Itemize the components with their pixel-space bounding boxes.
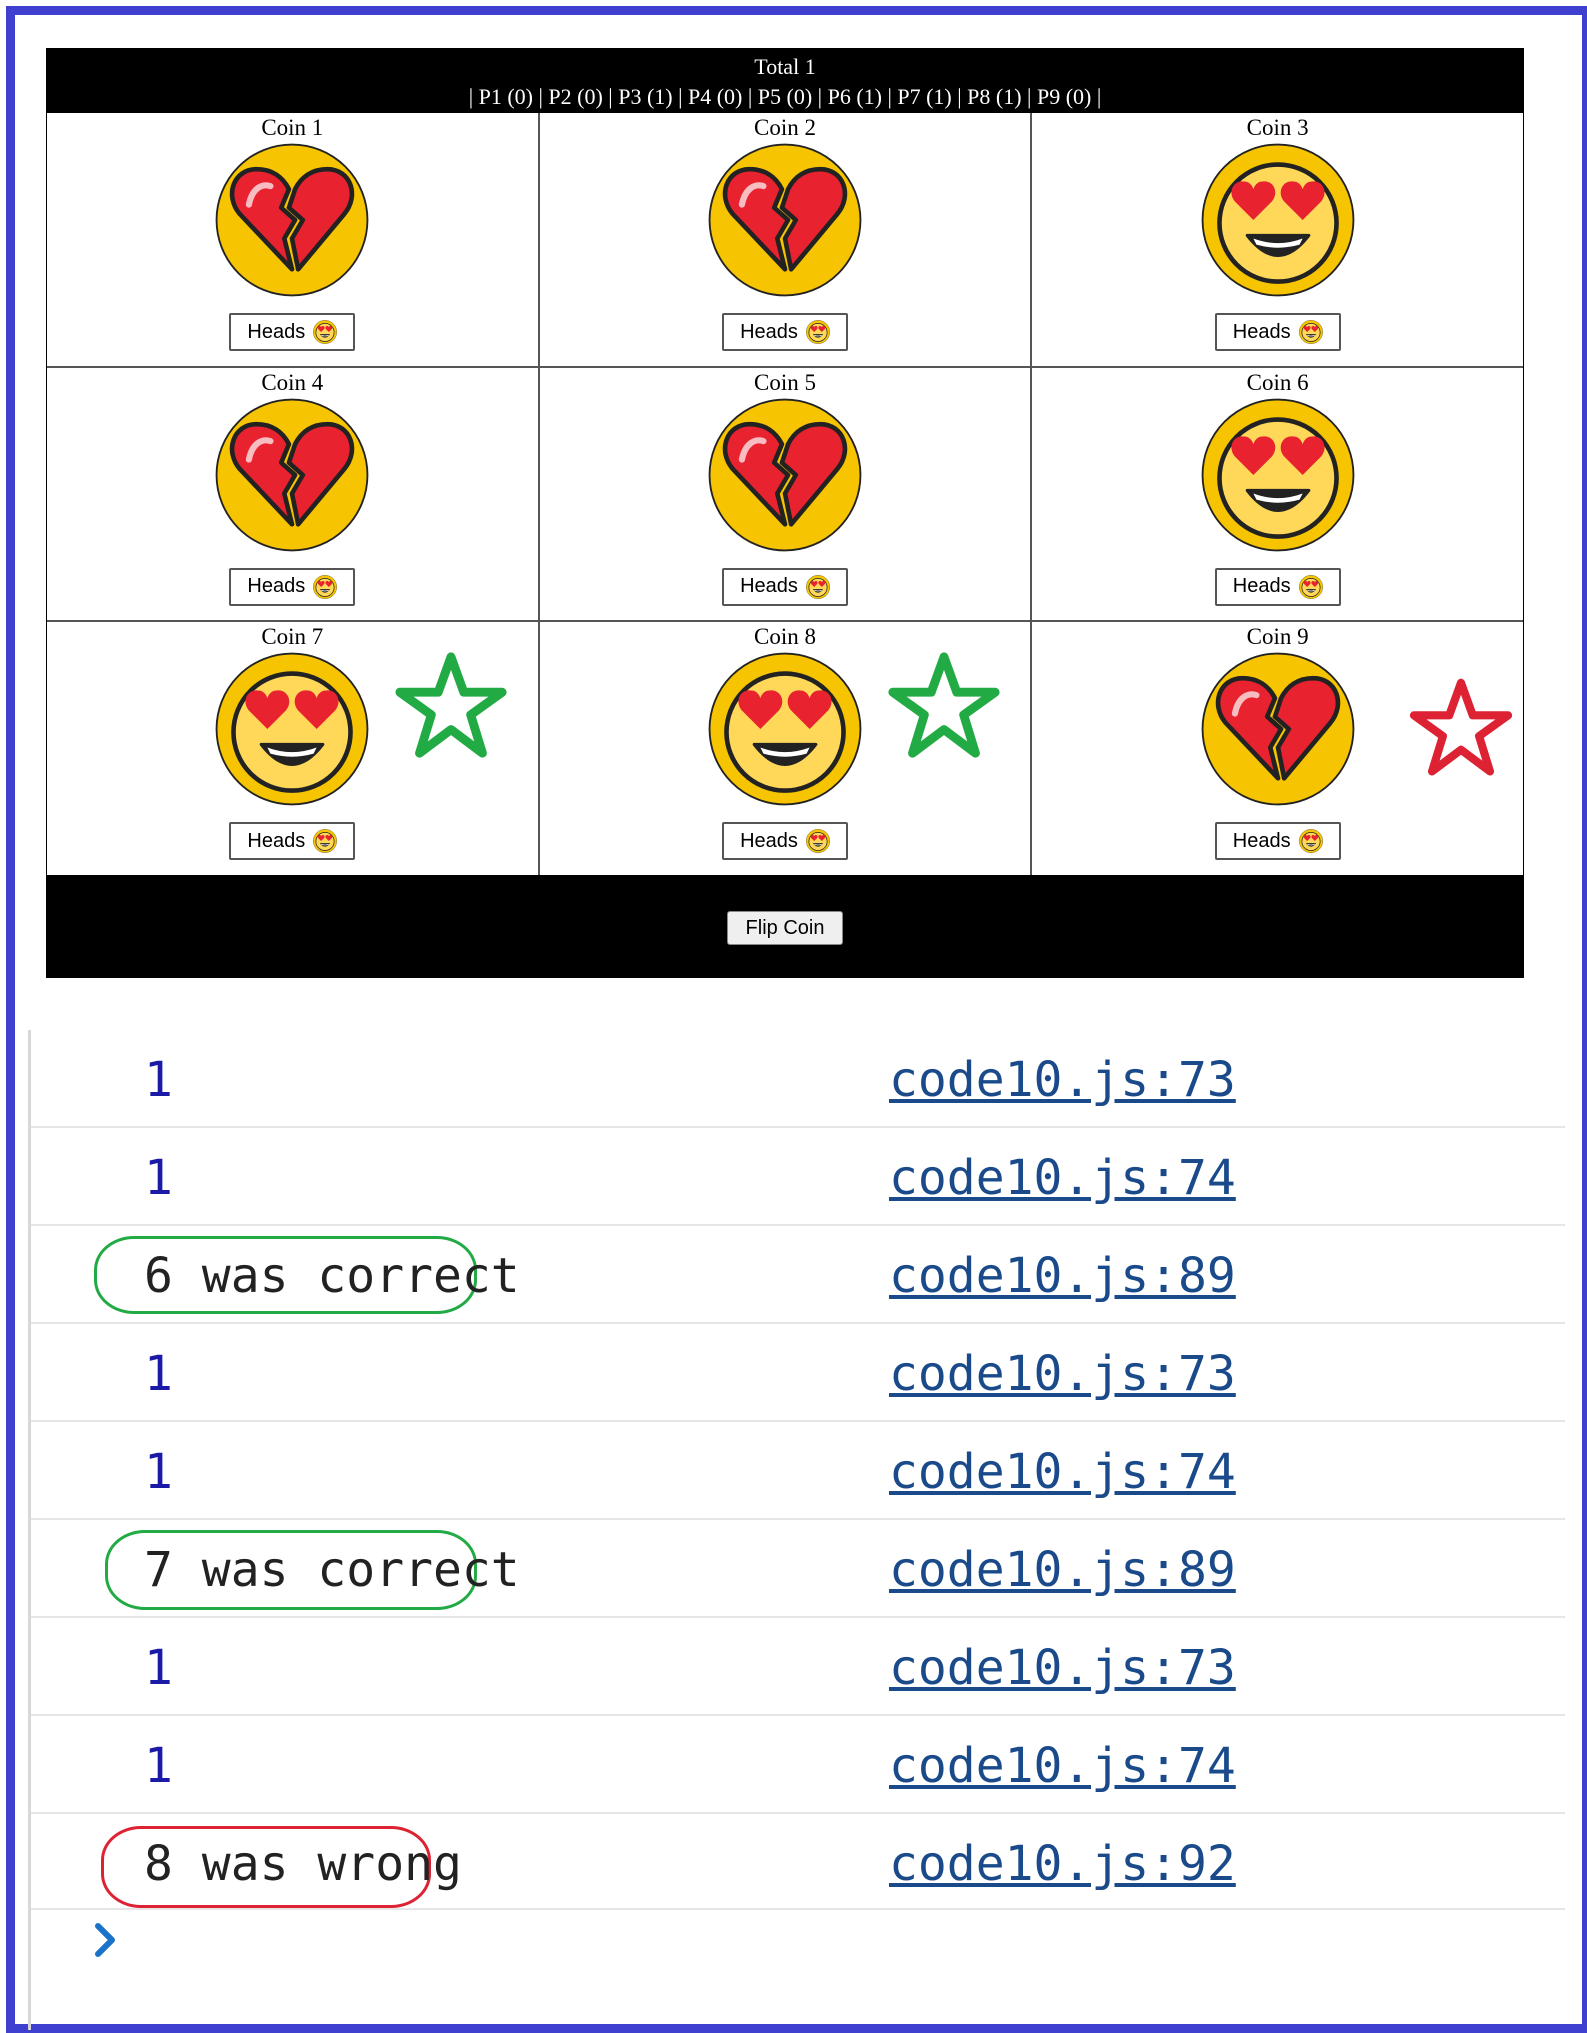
heart-eyes-icon <box>1298 320 1323 344</box>
coin-label: Coin 6 <box>1246 369 1309 395</box>
source-link[interactable]: code10.js:74 <box>889 1444 1236 1500</box>
source-link[interactable]: code10.js:92 <box>889 1836 1236 1892</box>
coin-cell: Coin 1 Heads <box>47 113 538 366</box>
heads-button[interactable]: Heads <box>229 822 356 861</box>
console-row: 8 was wrong code10.js:92 <box>31 1814 1565 1910</box>
heads-button-label: Heads <box>1232 575 1291 598</box>
heads-button[interactable]: Heads <box>721 313 848 351</box>
source-link[interactable]: code10.js:89 <box>889 1248 1236 1304</box>
heads-button-label: Heads <box>247 829 306 852</box>
console-message: 1 <box>144 1346 173 1402</box>
coin-label: Coin 1 <box>261 115 324 140</box>
heads-button[interactable]: Heads <box>229 567 356 606</box>
heart-eyes-coin-icon <box>1201 143 1355 297</box>
heart-eyes-icon <box>805 574 830 599</box>
total-score: Total 1 <box>754 54 816 79</box>
console-message: 1 <box>144 1052 173 1108</box>
heart-eyes-icon <box>313 574 338 599</box>
coin-cell: Coin 6 Heads <box>1032 367 1523 621</box>
console-row: 1 code10.js:73 <box>31 1324 1565 1422</box>
coin-cell: Coin 9 Heads <box>1032 622 1523 875</box>
coin-grid: Coin 1 Heads Coin 2 Heads Coin 3 Heads C… <box>47 113 1523 875</box>
console-message: 1 <box>144 1738 173 1794</box>
heart-eyes-icon <box>805 320 830 344</box>
game-footer: Flip Coin <box>47 875 1523 977</box>
green-star-icon <box>885 650 1003 762</box>
heads-button[interactable]: Heads <box>229 313 356 351</box>
source-link[interactable]: code10.js:73 <box>889 1346 1236 1402</box>
console-row: 1 code10.js:73 <box>31 1030 1565 1128</box>
coin-cell: Coin 8 Heads <box>539 622 1031 875</box>
heads-button-label: Heads <box>247 575 306 598</box>
broken-heart-coin-icon <box>215 398 369 552</box>
coin-cell: Coin 7 Heads <box>47 622 538 875</box>
heads-button-label: Heads <box>740 829 798 852</box>
console-row: 1 code10.js:73 <box>31 1618 1565 1716</box>
red-star-icon <box>1407 677 1516 780</box>
heart-eyes-icon <box>313 320 338 344</box>
coin-label: Coin 4 <box>261 369 324 395</box>
console-row: 1 code10.js:74 <box>31 1128 1565 1226</box>
player-scores: | P1 (0) | P2 (0) | P3 (1) | P4 (0) | P5… <box>468 84 1102 109</box>
source-link[interactable]: code10.js:74 <box>889 1150 1236 1206</box>
coin-label: Coin 7 <box>261 624 324 650</box>
chevron-right-icon[interactable] <box>90 1920 120 1960</box>
heads-button-label: Heads <box>1232 829 1291 852</box>
coin-cell: Coin 2 Heads <box>539 113 1031 366</box>
heart-eyes-icon <box>1298 574 1323 599</box>
heart-eyes-icon <box>805 829 830 854</box>
coin-cell: Coin 3 Heads <box>1032 113 1523 366</box>
console-message: 1 <box>144 1444 173 1500</box>
broken-heart-coin-icon <box>708 398 862 552</box>
console-message: 6 was correct <box>144 1248 520 1304</box>
coin-label: Coin 3 <box>1246 115 1309 140</box>
coin-label: Coin 8 <box>754 624 816 650</box>
heads-button[interactable]: Heads <box>1214 313 1341 351</box>
coin-game: Total 1 | P1 (0) | P2 (0) | P3 (1) | P4 … <box>46 48 1524 978</box>
heads-button-label: Heads <box>740 575 798 598</box>
coin-label: Coin 2 <box>754 115 816 140</box>
console-message: 1 <box>144 1640 173 1696</box>
green-star-icon <box>392 650 510 762</box>
console-row: 7 was correct code10.js:89 <box>31 1520 1565 1618</box>
coin-label: Coin 5 <box>754 369 816 395</box>
console-message: 7 was correct <box>144 1542 520 1598</box>
broken-heart-coin-icon <box>215 143 369 297</box>
devtools-console: 1 code10.js:73 1 code10.js:74 6 was correct c… <box>31 1030 1565 1910</box>
heart-eyes-icon <box>313 829 338 854</box>
score-header: Total 1 | P1 (0) | P2 (0) | P3 (1) | P4 … <box>47 49 1523 113</box>
flip-coin-button[interactable]: Flip Coin <box>727 911 843 945</box>
heads-button-label: Heads <box>1232 320 1291 343</box>
coin-cell: Coin 4 Heads <box>47 367 538 621</box>
coin-cell: Coin 5 Heads <box>539 367 1031 621</box>
heart-eyes-coin-icon <box>708 652 862 806</box>
heart-eyes-coin-icon <box>1201 398 1355 552</box>
console-message: 1 <box>144 1150 173 1206</box>
source-link[interactable]: code10.js:73 <box>889 1640 1236 1696</box>
console-row: 1 code10.js:74 <box>31 1716 1565 1814</box>
source-link[interactable]: code10.js:89 <box>889 1542 1236 1598</box>
source-link[interactable]: code10.js:73 <box>889 1052 1236 1108</box>
broken-heart-coin-icon <box>1201 652 1355 806</box>
heart-eyes-icon <box>1298 829 1323 854</box>
console-row: 1 code10.js:74 <box>31 1422 1565 1520</box>
coin-label: Coin 9 <box>1246 624 1309 650</box>
broken-heart-coin-icon <box>708 143 862 297</box>
console-message: 8 was wrong <box>144 1836 462 1892</box>
heads-button[interactable]: Heads <box>1214 822 1341 861</box>
heart-eyes-coin-icon <box>215 652 369 806</box>
heads-button[interactable]: Heads <box>721 567 848 606</box>
heads-button-label: Heads <box>740 320 798 343</box>
heads-button[interactable]: Heads <box>721 822 848 861</box>
heads-button[interactable]: Heads <box>1214 567 1341 606</box>
heads-button-label: Heads <box>247 320 306 343</box>
source-link[interactable]: code10.js:74 <box>889 1738 1236 1794</box>
console-row: 6 was correct code10.js:89 <box>31 1226 1565 1324</box>
